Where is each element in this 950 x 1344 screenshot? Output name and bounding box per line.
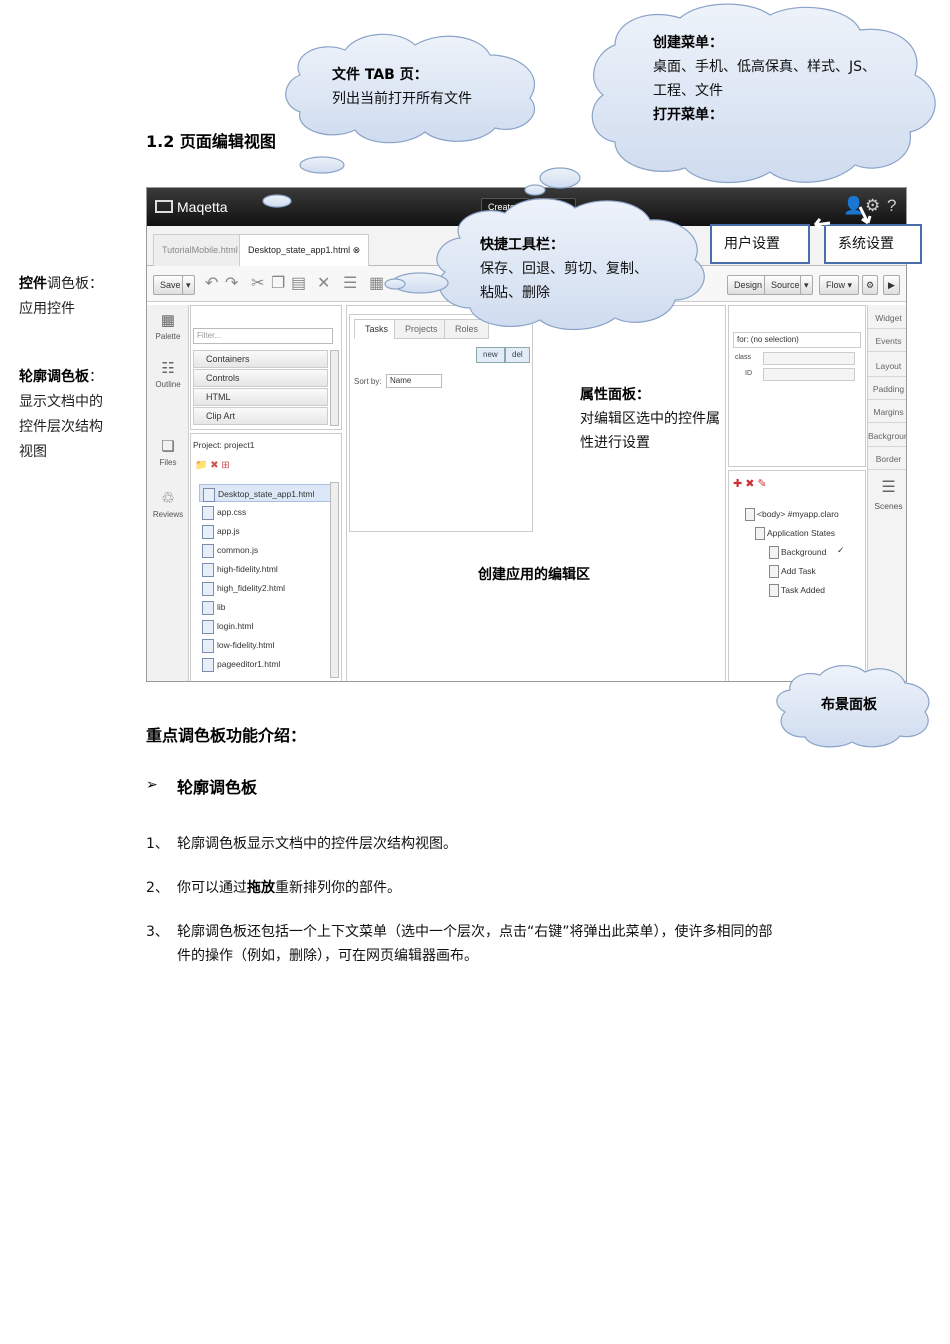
list-text: 你可以通过拖放重新排列你的部件。 xyxy=(177,876,817,900)
quick-toolbar-callout-title: 快捷工具栏： xyxy=(480,237,564,253)
list-number: 1、 xyxy=(146,836,169,852)
list-text-post: 重新排列你的部件。 xyxy=(275,880,401,896)
file-tab-callout: 文件 TAB 页： 列出当前打开所有文件 xyxy=(332,63,472,111)
features-heading: 重点调色板功能介绍： xyxy=(146,726,307,745)
quick-toolbar-callout: 快捷工具栏： 保存、回退、剪切、复制、 粘贴、删除 xyxy=(480,233,648,305)
file-tab-cloud-bubble xyxy=(262,194,292,208)
create-menu-callout-line2: 工程、文件 xyxy=(653,83,723,99)
list-text: 轮廓调色板还包括一个上下文菜单（选中一个层次，点击“右键”将弹出此菜单），使许多… xyxy=(177,920,817,968)
create-menu-cloud-bubble xyxy=(539,167,581,189)
list-number: 2、 xyxy=(146,880,169,896)
file-tab-callout-title: 文件 TAB 页： xyxy=(332,67,428,83)
scenes-callout: 布景面板 xyxy=(821,697,877,713)
quick-toolbar-callout-line1: 保存、回退、剪切、复制、 xyxy=(480,261,648,277)
file-tab-cloud-bubble xyxy=(299,156,345,174)
file-tab-callout-desc: 列出当前打开所有文件 xyxy=(332,91,472,107)
quick-toolbar-cloud-bubble xyxy=(384,278,406,290)
list-text-pre: 你可以通过 xyxy=(177,880,247,896)
create-menu-cloud-bubble xyxy=(524,184,546,196)
outline-heading-row: ➢ 轮廓调色板 xyxy=(146,774,257,797)
quick-toolbar-callout-line2: 粘贴、删除 xyxy=(480,285,550,301)
list-number: 3、 xyxy=(146,924,169,940)
list-text-line1: 轮廓调色板还包括一个上下文菜单（选中一个层次，点击“右键”将弹出此菜单），使许多… xyxy=(177,924,773,940)
create-menu-callout-line1: 桌面、手机、低高保真、样式、JS、 xyxy=(653,59,877,75)
arrow-bullet-icon: ➢ xyxy=(146,777,158,793)
create-menu-callout: 创建菜单： 桌面、手机、低高保真、样式、JS、 工程、文件 打开菜单： xyxy=(653,31,876,127)
list-text-bold: 拖放 xyxy=(247,880,275,896)
create-menu-callout-title: 创建菜单： xyxy=(653,35,723,51)
list-text: 轮廓调色板显示文档中的控件层次结构视图。 xyxy=(177,836,457,852)
outline-heading: 轮廓调色板 xyxy=(177,778,258,797)
list-text-line2: 件的操作（例如，删除），可在网页编辑器画布。 xyxy=(177,948,478,964)
open-menu-callout-title: 打开菜单： xyxy=(653,107,723,123)
